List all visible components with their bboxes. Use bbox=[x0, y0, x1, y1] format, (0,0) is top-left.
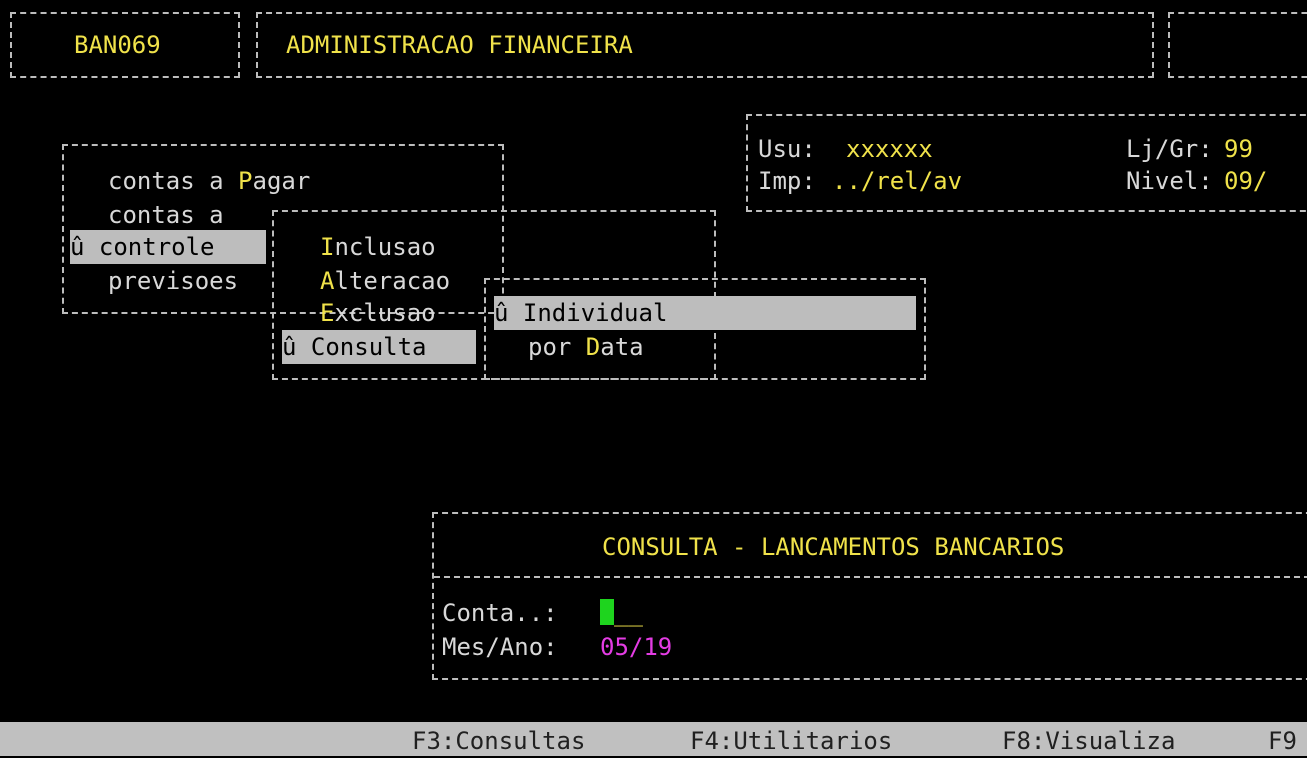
submenu-item-hotkey: I bbox=[320, 233, 335, 261]
menu-item-label: contas a bbox=[108, 167, 239, 195]
consulta-item-hotkey: I bbox=[522, 299, 538, 327]
consulta-item-por-data[interactable]: por Data bbox=[528, 330, 644, 364]
program-code-box: BAN069 bbox=[10, 12, 240, 78]
f9-key[interactable]: F9 bbox=[1268, 724, 1297, 758]
selection-marker: û bbox=[70, 233, 85, 261]
menu-item-label-rest: agar bbox=[252, 167, 311, 195]
conta-field[interactable]: __ bbox=[600, 596, 643, 630]
submenu-item-consulta[interactable]: û Consulta bbox=[282, 330, 476, 364]
menu-item-hotkey: P bbox=[238, 167, 253, 195]
conta-value: __ bbox=[614, 599, 643, 627]
menu-item-label: contas a bbox=[108, 201, 224, 229]
consulta-item-individual[interactable]: û Individual bbox=[494, 296, 916, 330]
mes-ano-field[interactable]: 05/19 bbox=[600, 630, 672, 664]
submenu-item-exclusao[interactable]: Exclusao bbox=[320, 296, 436, 330]
submenu-item-alteracao[interactable]: Alteracao bbox=[320, 264, 450, 298]
dialog-title: CONSULTA - LANCAMENTOS BANCARIOS bbox=[602, 533, 1065, 561]
conta-label: Conta..: bbox=[442, 599, 558, 627]
submenu-item-label: xclusao bbox=[334, 299, 436, 327]
printer-value: ../rel/av bbox=[832, 167, 963, 195]
submenu-item-label: onsulta bbox=[325, 333, 427, 361]
system-title: ADMINISTRACAO FINANCEIRA bbox=[286, 31, 633, 59]
consulta-item-hotkey: D bbox=[585, 333, 601, 361]
f8-visualiza-key[interactable]: F8:Visualiza bbox=[1002, 724, 1175, 758]
menu-item-contas-a[interactable]: contas a bbox=[108, 198, 224, 232]
text-cursor bbox=[600, 599, 614, 625]
selection-marker: û bbox=[494, 299, 509, 327]
program-code: BAN069 bbox=[74, 31, 161, 59]
f3-consultas-key[interactable]: F3:Consultas bbox=[412, 724, 585, 758]
menu-item-previsoes[interactable]: previsoes bbox=[108, 264, 238, 298]
level-label: Nivel: bbox=[1126, 167, 1213, 195]
submenu-item-label: lteracao bbox=[334, 267, 451, 295]
menu-item-controle[interactable]: û controle bbox=[70, 230, 266, 264]
function-key-bar: F3:Consultas F4:Utilitarios F8:Visualiza… bbox=[0, 722, 1307, 756]
submenu-item-label: nclusao bbox=[334, 233, 436, 261]
user-info-box: Usu: xxxxxx Imp: ../rel/av Lj/Gr: 99 Niv… bbox=[746, 114, 1307, 212]
submenu-item-hotkey: C bbox=[310, 333, 326, 361]
menu-item-label: controle bbox=[98, 233, 215, 261]
system-title-box: ADMINISTRACAO FINANCEIRA bbox=[256, 12, 1154, 78]
store-label: Lj/Gr: bbox=[1126, 135, 1213, 163]
store-value: 99 bbox=[1224, 135, 1253, 163]
printer-label: Imp: bbox=[758, 167, 816, 195]
selection-marker: û bbox=[282, 333, 297, 361]
header-right-box bbox=[1168, 12, 1307, 78]
menu-item-label: previsoes bbox=[108, 267, 239, 295]
mes-ano-label: Mes/Ano: bbox=[442, 633, 558, 661]
user-value: xxxxxx bbox=[846, 135, 933, 163]
submenu-item-inclusao[interactable]: Inclusao bbox=[320, 230, 436, 264]
submenu-item-hotkey: A bbox=[320, 267, 335, 295]
level-value: 09/ bbox=[1224, 167, 1268, 195]
consulta-item-label: por bbox=[528, 333, 586, 361]
submenu-item-hotkey: E bbox=[320, 299, 335, 327]
consulta-item-label: ndividual bbox=[537, 299, 668, 327]
consulta-item-label-rest: ata bbox=[600, 333, 644, 361]
menu-item-contas-a-pagar[interactable]: contas a Pagar bbox=[108, 164, 310, 198]
dialog-title-divider bbox=[434, 576, 1307, 578]
user-label: Usu: bbox=[758, 135, 816, 163]
f4-utilitarios-key[interactable]: F4:Utilitarios bbox=[690, 724, 892, 758]
